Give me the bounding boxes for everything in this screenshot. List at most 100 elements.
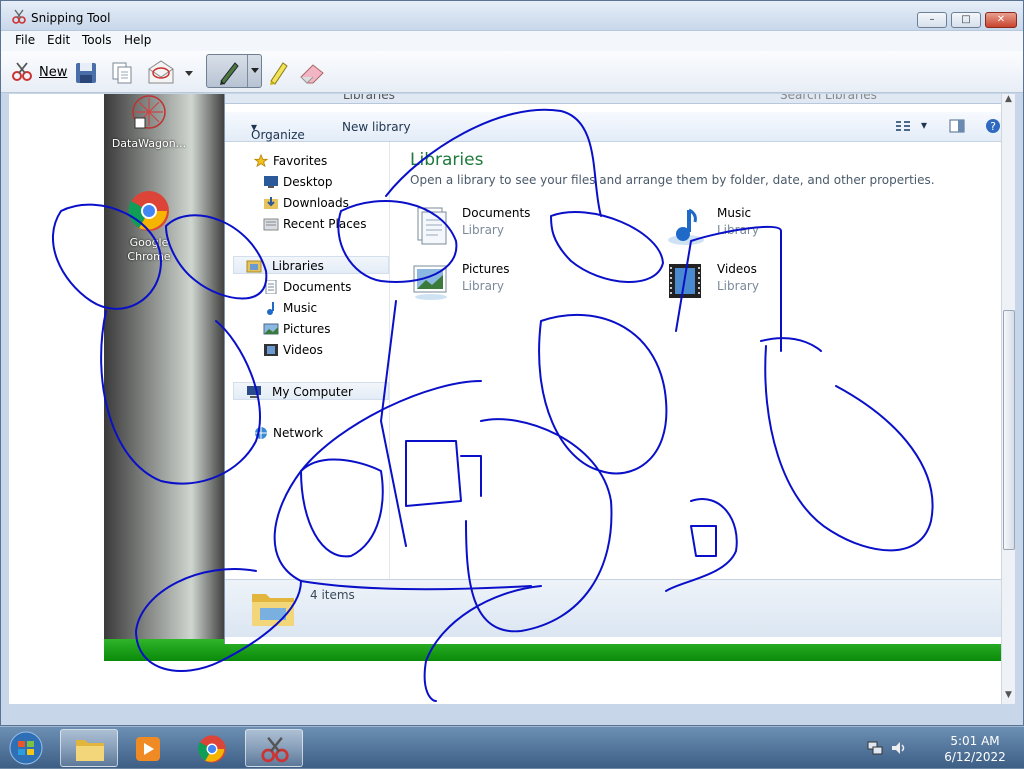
menu-tools[interactable]: Tools (82, 33, 112, 47)
library-name: Videos (717, 262, 757, 276)
address-text: Libraries (343, 94, 395, 102)
navigation-pane: Favorites Desktop Downloads Recent Place… (225, 142, 390, 597)
dropdown-arrow-icon[interactable] (183, 57, 195, 87)
taskbar-explorer[interactable] (60, 729, 118, 767)
menu-bar: File Edit Tools Help (1, 31, 1023, 51)
nav-documents[interactable]: Documents (265, 278, 351, 296)
page-title: Libraries (410, 150, 484, 170)
minimize-button[interactable]: – (917, 12, 947, 28)
item-count: 4 items (310, 588, 355, 602)
captured-screenshot: DataWagon... Google Chrome Libraries Sea… (104, 94, 1004, 661)
eraser-icon[interactable] (297, 57, 327, 87)
libraries-folder-icon (252, 594, 294, 626)
page-description: Open a library to see your files and arr… (410, 173, 935, 187)
desktop-icon-chrome[interactable]: Google Chrome (109, 189, 189, 264)
libraries-content: Libraries Open a library to see your fil… (400, 142, 1000, 582)
view-dropdown-icon[interactable]: ▾ (921, 118, 927, 132)
menu-help[interactable]: Help (124, 33, 151, 47)
nav-network[interactable]: Network (243, 424, 323, 442)
documents-icon (265, 280, 277, 294)
pen-button[interactable] (206, 54, 262, 88)
nav-pictures[interactable]: Pictures (263, 320, 331, 338)
desktop-icon (264, 176, 278, 188)
library-name: Documents (462, 206, 531, 220)
nav-recent-places[interactable]: Recent Places (263, 215, 366, 233)
copy-icon[interactable] (111, 57, 133, 87)
nav-libraries[interactable]: Libraries (233, 256, 389, 274)
desktop-icon-datawagon[interactable]: DataWagon... (109, 94, 189, 150)
menu-file[interactable]: File (15, 33, 35, 47)
nav-favorites[interactable]: Favorites (243, 152, 327, 170)
library-pictures[interactable]: Pictures Library (410, 260, 590, 308)
toolbar: New (1, 51, 1023, 93)
library-documents[interactable]: Documents Library (410, 204, 590, 252)
preview-pane-icon[interactable] (949, 119, 965, 133)
music-icon (267, 302, 274, 315)
network-icon (255, 427, 267, 439)
vertical-scroll-thumb[interactable] (1003, 310, 1015, 550)
taskbar-chrome[interactable] (183, 729, 241, 767)
desktop-icon-label: Google Chrome (127, 236, 171, 263)
library-type: Library (717, 279, 759, 293)
downloads-icon (264, 197, 278, 209)
new-library-button[interactable]: New library (342, 120, 411, 134)
library-music[interactable]: Music Library (665, 204, 845, 252)
menu-edit[interactable]: Edit (47, 33, 70, 47)
pen-dropdown-icon[interactable] (250, 65, 260, 75)
snipping-tool-window: Snipping Tool – □ ✕ File Edit Tools Help… (0, 0, 1024, 726)
details-pane: 4 items (225, 579, 1004, 637)
command-bar: Organize ▾ New library ▾ ? (225, 112, 1004, 142)
videos-icon (264, 344, 278, 356)
organize-button[interactable]: Organize ▾ (251, 120, 305, 142)
library-videos[interactable]: Videos Library (665, 260, 845, 308)
taskbar-media-player[interactable] (118, 729, 176, 767)
pictures-icon (263, 323, 279, 335)
highlighter-icon[interactable] (267, 57, 289, 87)
svg-text:?: ? (990, 120, 996, 133)
new-label: New (39, 65, 68, 80)
vertical-scrollbar[interactable]: ▲ ▼ (1001, 94, 1015, 704)
library-name: Music (717, 206, 752, 220)
new-snip-button[interactable]: New (9, 57, 69, 87)
maximize-button[interactable]: □ (951, 12, 981, 28)
media-player-icon (136, 737, 160, 761)
datawagon-icon (132, 95, 166, 129)
nav-music[interactable]: Music (267, 299, 317, 317)
recent-places-icon (263, 218, 279, 231)
desktop-icons: DataWagon... Google Chrome (104, 94, 229, 394)
nav-videos[interactable]: Videos (264, 341, 323, 359)
clock-time: 5:01 AM (950, 734, 1000, 748)
send-snip-icon[interactable] (147, 57, 175, 87)
help-icon[interactable]: ? (985, 118, 1001, 134)
pictures-icon (413, 265, 447, 300)
windows-start-icon[interactable] (6, 730, 46, 766)
address-bar[interactable]: Libraries Search Libraries (225, 94, 1004, 104)
star-icon (253, 154, 269, 168)
window-title: Snipping Tool (31, 11, 111, 25)
close-button[interactable]: ✕ (985, 12, 1017, 28)
nav-my-computer[interactable]: My Computer (233, 382, 389, 400)
desktop-icon-label: DataWagon... (111, 137, 187, 150)
taskbar-snipping-tool[interactable] (245, 729, 303, 767)
search-input[interactable]: Search Libraries (780, 94, 877, 102)
scissors-icon (12, 62, 32, 81)
documents-icon (417, 207, 447, 245)
save-icon[interactable] (75, 57, 97, 87)
volume-icon[interactable] (890, 739, 908, 757)
explorer-window: Libraries Search Libraries Organize ▾ Ne… (224, 94, 1004, 644)
scissors-icon (12, 9, 26, 24)
taskbar-clock[interactable]: 5:01 AM 6/12/2022 (935, 733, 1015, 765)
library-type: Library (717, 223, 759, 237)
explorer-icon (76, 740, 104, 761)
clock-date: 6/12/2022 (944, 750, 1006, 764)
libraries-icon (246, 260, 262, 273)
view-options-icon[interactable] (895, 120, 911, 134)
videos-icon (669, 264, 701, 298)
snip-canvas[interactable]: DataWagon... Google Chrome Libraries Sea… (9, 94, 1015, 704)
chrome-icon (128, 191, 169, 231)
chrome-icon (198, 735, 226, 763)
nav-downloads[interactable]: Downloads (264, 194, 349, 212)
computer-icon (247, 386, 261, 398)
nav-desktop[interactable]: Desktop (264, 173, 333, 191)
network-status-icon[interactable] (866, 739, 884, 757)
